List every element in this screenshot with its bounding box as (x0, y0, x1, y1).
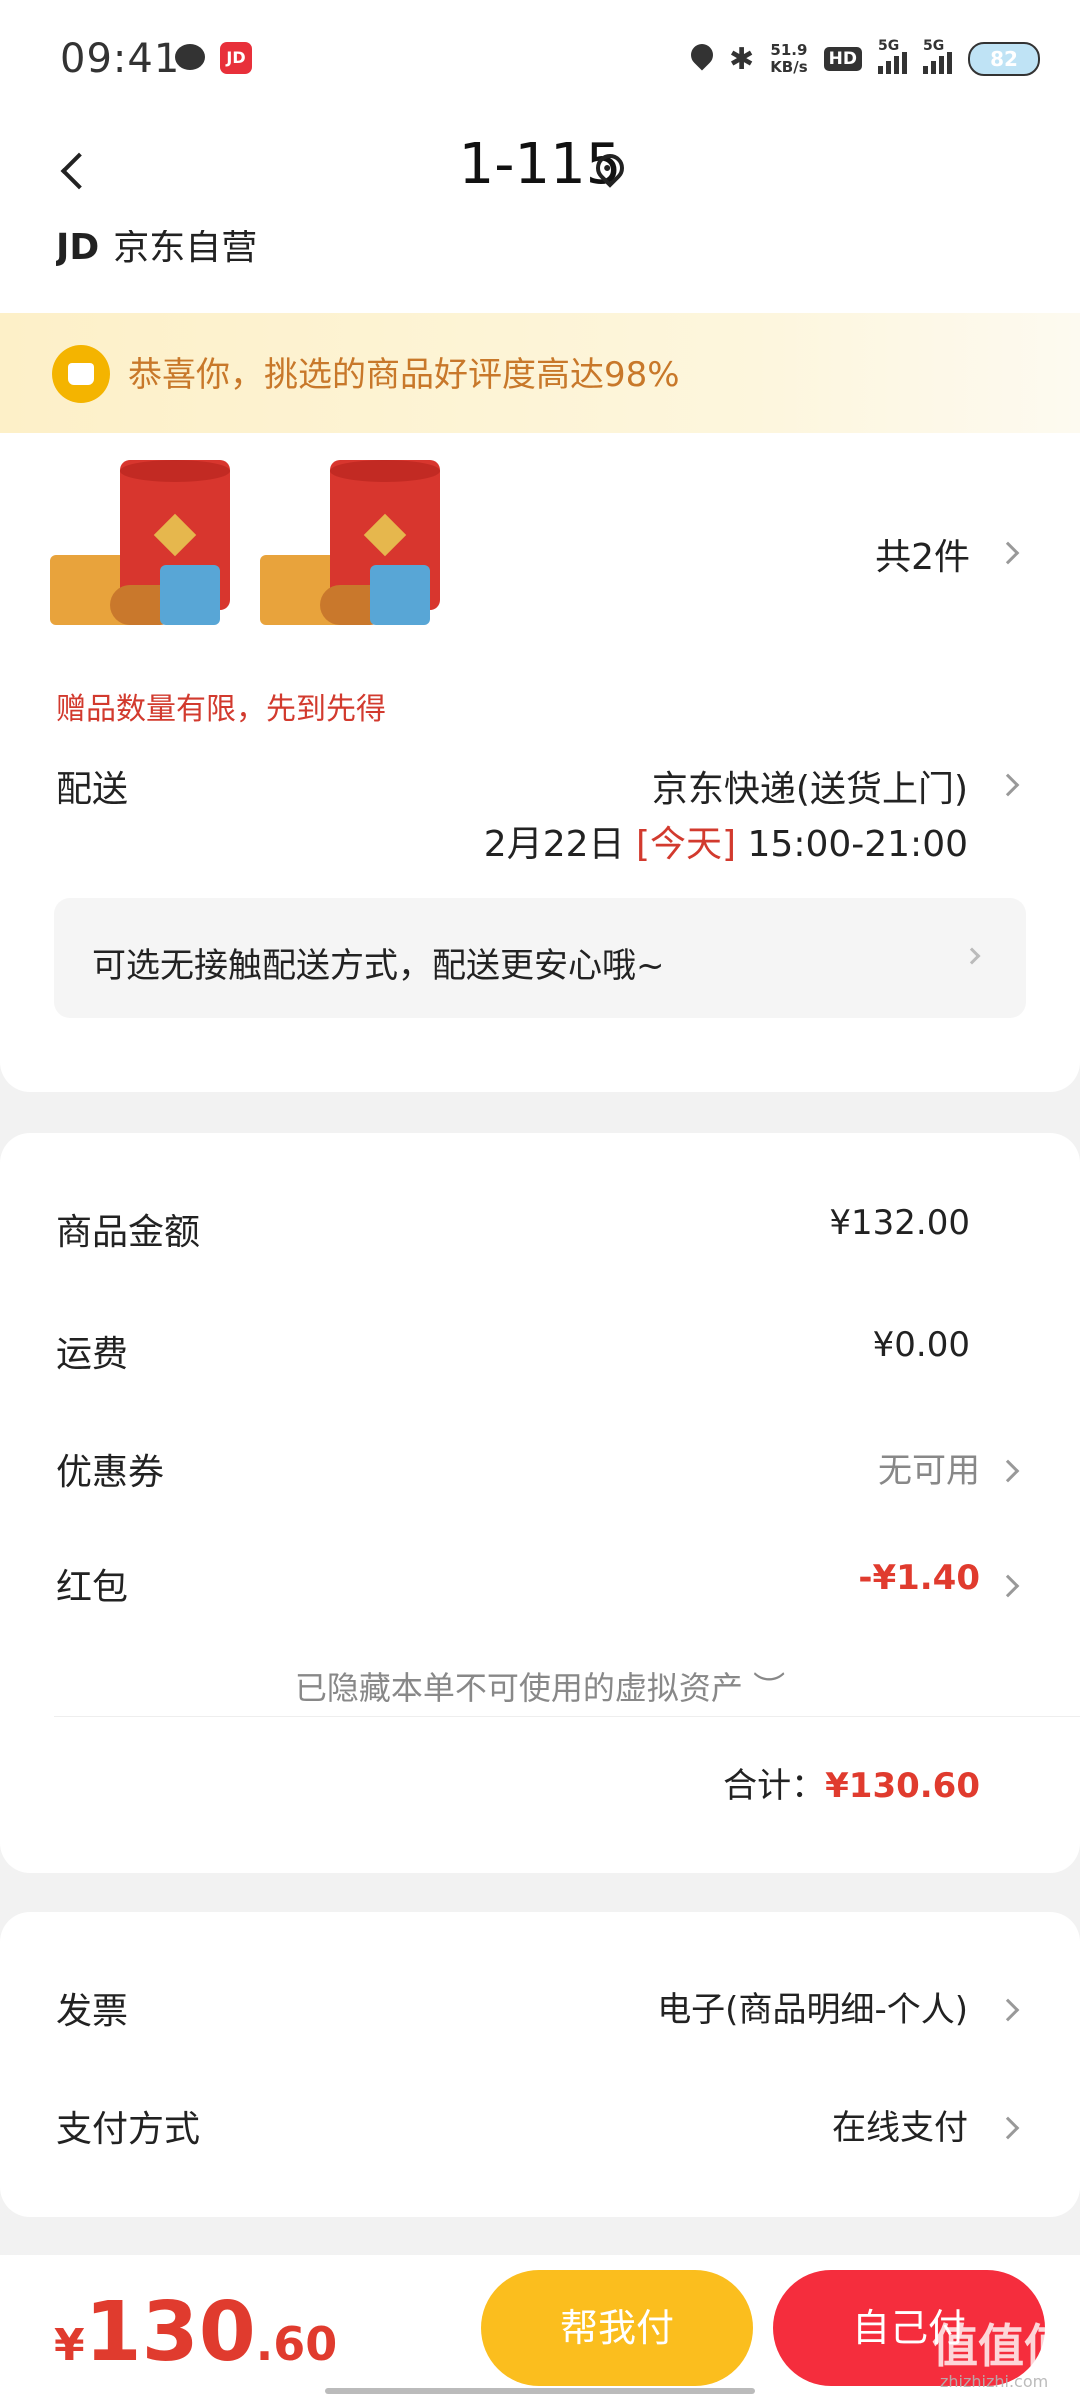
contactless-delivery-option[interactable]: 可选无接触配送方式，配送更安心哦~ (54, 898, 1026, 1018)
chevron-right-icon[interactable] (996, 1998, 1020, 2022)
battery-icon: 82 (968, 42, 1040, 76)
goods-amount-label: 商品金额 (56, 1212, 201, 1253)
payment-method-value[interactable]: 在线支付 (832, 2100, 968, 2149)
shipping-fee-label: 运费 (56, 1334, 129, 1375)
watermark: 值值值 (932, 2319, 1070, 2373)
network-speed-value: 51.9 (770, 41, 808, 59)
shipping-fee-value: ¥0.00 (872, 1325, 970, 1365)
invoice-label: 发票 (56, 1991, 129, 2032)
total-value: ¥130.60 (825, 1766, 980, 1806)
status-bar: 09:41 JD ✱ 51.9 KB/s HD 5G 5G 82 (0, 0, 1080, 120)
currency-symbol: ¥ (54, 2320, 85, 2371)
shop-name: JD 京东自营 (56, 230, 257, 274)
hidden-assets-toggle[interactable]: 已隐藏本单不可使用的虚拟资产 ︶ (0, 1663, 1080, 1709)
payment-method-label: 支付方式 (56, 2109, 201, 2150)
chevron-right-icon[interactable] (996, 541, 1020, 565)
status-icons: ✱ 51.9 KB/s HD 5G 5G 82 (691, 34, 1040, 84)
chevron-right-icon[interactable] (996, 1574, 1020, 1598)
status-time: 09:41 (60, 36, 181, 82)
chevron-right-icon[interactable] (996, 1459, 1020, 1483)
jd-logo-icon: JD (56, 230, 100, 268)
delivery-time-slot: 15:00-21:00 (747, 824, 968, 865)
coupon-label: 优惠券 (56, 1452, 165, 1493)
amount-decimal: .60 (255, 2317, 338, 2371)
help-me-pay-button[interactable]: 帮我付 (481, 2270, 753, 2386)
location-icon (691, 44, 713, 74)
rating-banner-text: 恭喜你，挑选的商品好评度高达98% (128, 355, 680, 395)
amount-integer: 130 (84, 2285, 256, 2380)
delivery-date[interactable]: 2月22日 [今天] 15:00-21:00 (484, 815, 968, 867)
message-icon (175, 44, 205, 70)
divider (54, 1716, 1080, 1717)
bluetooth-icon: ✱ (729, 41, 755, 77)
product-image[interactable] (50, 455, 250, 630)
app-notification-icon: JD (220, 42, 252, 74)
signal-label-2: 5G (923, 38, 945, 54)
red-packet-value[interactable]: -¥1.40 (858, 1558, 980, 1598)
delivery-label: 配送 (56, 769, 129, 810)
signal-icon-2: 5G (923, 38, 952, 74)
home-indicator[interactable] (325, 2388, 755, 2394)
gift-note: 赠品数量有限，先到先得 (56, 692, 386, 727)
delivery-day: 2月22日 (483, 824, 625, 865)
delivery-method[interactable]: 京东快递(送货上门) (652, 760, 968, 812)
watermark-url: zhizhizhi.com (940, 2372, 1049, 2391)
invoice-value[interactable]: 电子(商品明细-个人) (657, 1982, 968, 2031)
payable-amount: ¥130.60 (54, 2285, 337, 2380)
red-packet-label: 红包 (56, 1567, 129, 1608)
network-speed: 51.9 KB/s (770, 42, 807, 76)
chevron-right-icon[interactable] (996, 2116, 1020, 2140)
chevron-right-icon[interactable] (996, 773, 1020, 797)
thumbs-up-icon (52, 345, 110, 403)
price-summary-card: 商品金额 ¥132.00 运费 ¥0.00 优惠券 无可用 红包 -¥1.40 … (0, 1133, 1080, 1873)
signal-label-1: 5G (878, 38, 900, 54)
page-title[interactable]: 1-115 (0, 132, 1080, 197)
shop-label: 京东自营 (113, 230, 258, 268)
coupon-value[interactable]: 无可用 (878, 1443, 980, 1492)
total-label: 合计： (723, 1766, 826, 1806)
rating-banner: 恭喜你，挑选的商品好评度高达98% (0, 313, 1080, 433)
order-items-card: JD 京东自营 恭喜你，挑选的商品好评度高达98% 共2件 赠品数量有限，先到先得… (0, 230, 1080, 1092)
product-image[interactable] (260, 455, 460, 630)
order-total: 合计：¥130.60 (723, 1758, 980, 1807)
hd-voice-icon: HD (823, 47, 862, 71)
contactless-text: 可选无接触配送方式，配送更安心哦~ (92, 946, 665, 986)
network-speed-unit: KB/s (770, 58, 808, 76)
goods-amount-value: ¥132.00 (829, 1203, 970, 1243)
delivery-today-tag: [今天] (635, 824, 737, 865)
item-count[interactable]: 共2件 (875, 528, 970, 580)
nav-header: 1-115 (0, 120, 1080, 230)
signal-icon-1: 5G (878, 38, 907, 74)
invoice-payment-card: 发票 电子(商品明细-个人) 支付方式 在线支付 (0, 1912, 1080, 2217)
chevron-right-icon (963, 947, 981, 965)
product-thumbnails[interactable] (50, 455, 490, 630)
checkout-bar: ¥130.60 帮我付 自己付 (0, 2255, 1080, 2400)
